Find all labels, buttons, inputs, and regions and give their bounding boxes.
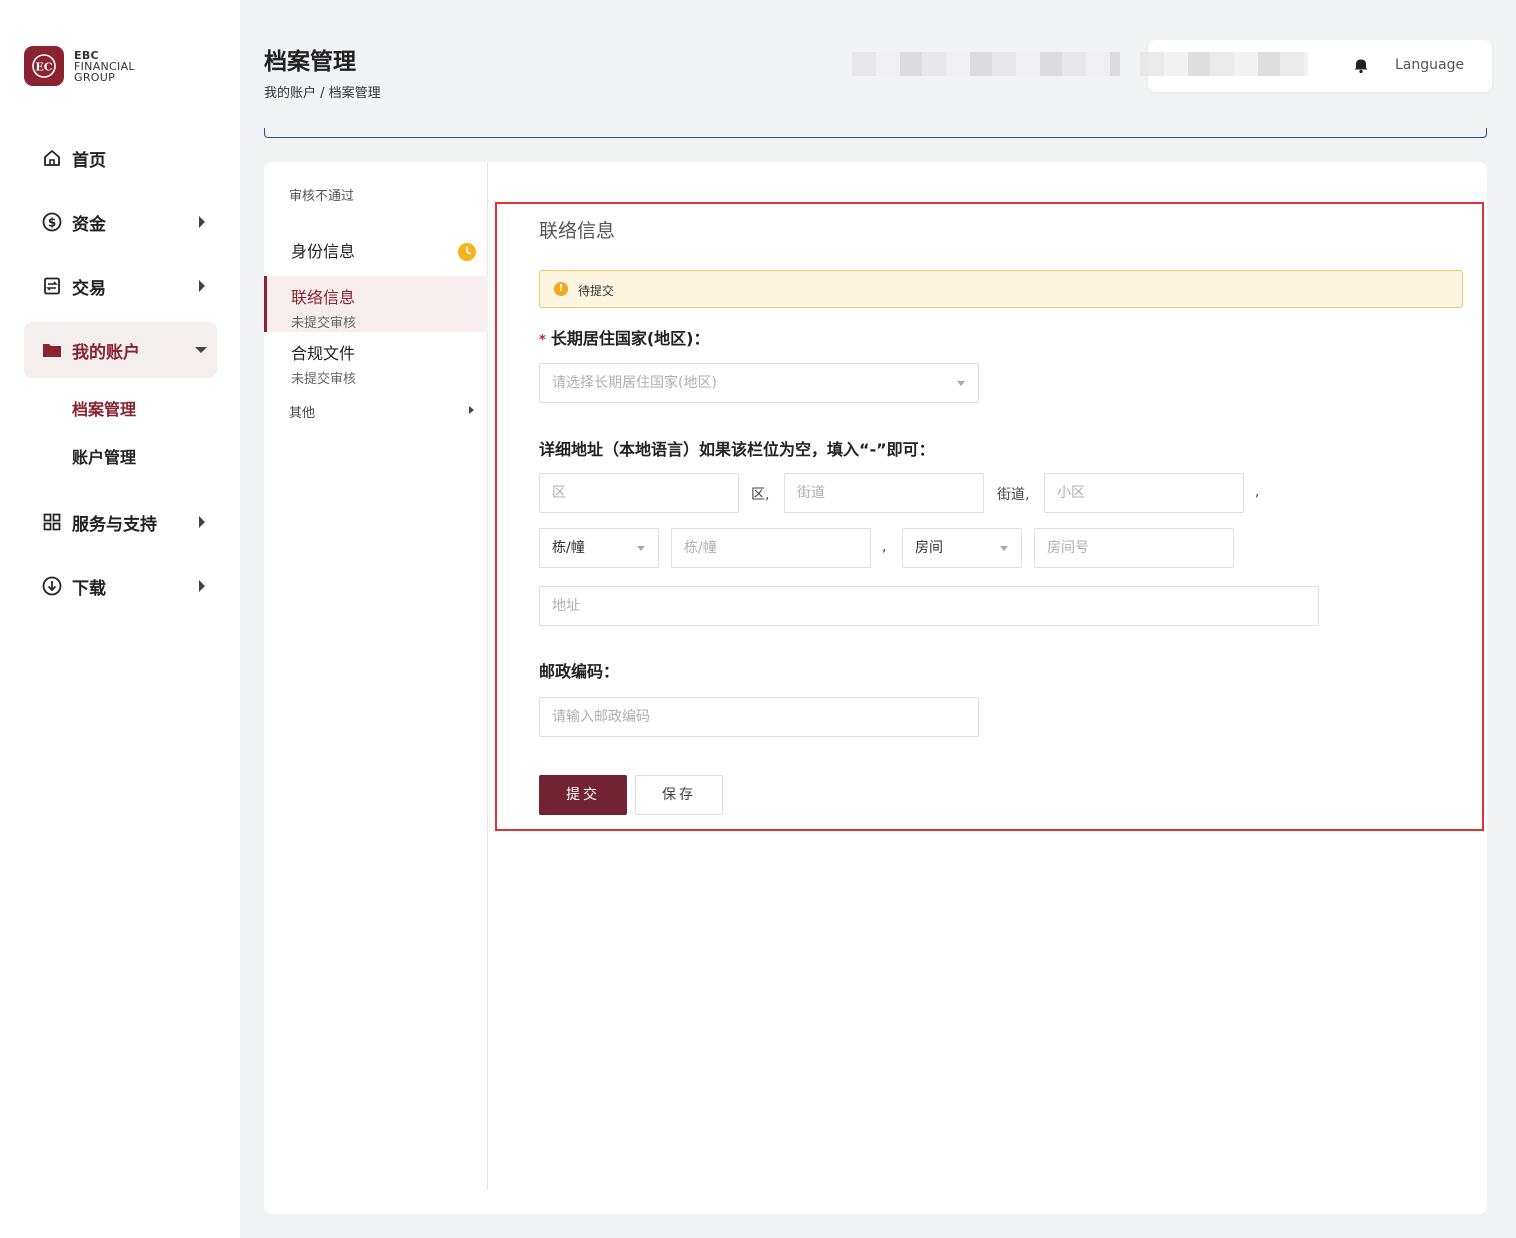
redacted-user-info <box>852 52 1120 76</box>
chevron-right-icon <box>469 406 474 414</box>
logo[interactable]: EC EBC FINANCIAL GROUP <box>24 46 135 86</box>
chevron-down-icon <box>195 347 207 353</box>
district-input[interactable]: 区 <box>539 473 739 513</box>
ebc-logo-icon: EC <box>24 46 64 86</box>
community-input[interactable]: 小区 <box>1044 473 1244 513</box>
breadcrumb[interactable]: 我的账户 / 档案管理 <box>264 82 381 101</box>
dollar-circle-icon: $ <box>42 212 62 232</box>
download-icon <box>42 576 62 596</box>
redacted-user-info <box>1140 52 1308 76</box>
language-selector[interactable]: Language <box>1395 57 1464 73</box>
building-type-select[interactable]: 栋/幢 <box>539 528 659 568</box>
nav-item-home[interactable]: 首页 <box>24 130 217 186</box>
svg-text:$: $ <box>48 216 56 230</box>
country-label: * 长期居住国家(地区)： <box>539 329 710 348</box>
review-status: 审核不通过 <box>289 189 355 204</box>
district-suffix: 区, <box>751 487 770 503</box>
home-icon <box>42 148 62 168</box>
nav-item-funds[interactable]: $ 资金 <box>24 194 217 250</box>
postal-code-label: 邮政编码： <box>539 662 620 681</box>
warning-icon: ! <box>554 282 568 296</box>
profile-steps-panel: 审核不通过 身份信息 联络信息 未提交审核 合规文件 未提交审核 其他 <box>264 162 488 1190</box>
page-title: 档案管理 <box>264 49 356 75</box>
section-title: 联络信息 <box>539 220 616 242</box>
svg-text:EC: EC <box>35 61 52 74</box>
nav-item-trade[interactable]: 交易 <box>24 258 217 314</box>
step-other[interactable]: 其他 <box>289 402 474 421</box>
building-input[interactable]: 栋/幢 <box>671 528 871 568</box>
folder-icon <box>42 340 62 360</box>
sub-item-profile[interactable]: 档案管理 <box>24 386 217 434</box>
street-suffix: 街道, <box>997 487 1030 503</box>
bell-icon[interactable] <box>1352 56 1370 74</box>
main-nav: 首页 $ 资金 交易 我的账户 档案管理 账户管理 服务与支持 下载 <box>24 130 217 622</box>
nav-item-download[interactable]: 下载 <box>24 558 217 614</box>
address-label: 详细地址（本地语言）如果该栏位为空，填入“-”即可： <box>539 440 935 459</box>
chevron-right-icon <box>199 580 205 592</box>
chevron-right-icon <box>199 216 205 228</box>
postal-code-input[interactable]: 请输入邮政编码 <box>539 697 979 737</box>
street-input[interactable]: 街道 <box>784 473 984 513</box>
nav-item-my-account[interactable]: 我的账户 <box>24 322 217 378</box>
sub-item-account[interactable]: 账户管理 <box>24 434 217 482</box>
trade-icon <box>42 276 62 296</box>
address-input[interactable]: 地址 <box>539 586 1319 626</box>
community-suffix: , <box>1255 484 1260 500</box>
chevron-right-icon <box>199 516 205 528</box>
grid-icon <box>42 512 62 532</box>
brand-name: EBC FINANCIAL GROUP <box>74 48 135 84</box>
room-type-select[interactable]: 房间 <box>902 528 1022 568</box>
step-compliance[interactable]: 合规文件 未提交审核 <box>264 332 488 388</box>
required-marker: * <box>539 333 546 348</box>
room-number-input[interactable]: 房间号 <box>1034 528 1234 568</box>
top-toolbar: Language <box>1140 40 1492 92</box>
header-divider <box>264 128 1487 138</box>
building-suffix: , <box>882 539 887 555</box>
sidebar: EC EBC FINANCIAL GROUP 首页 $ 资金 交易 我的账户 档… <box>0 0 240 1238</box>
submit-button[interactable]: 提交 <box>539 775 627 815</box>
step-identity[interactable]: 身份信息 <box>264 238 488 278</box>
country-select[interactable]: 请选择长期居住国家(地区) <box>539 363 979 403</box>
clock-icon <box>458 243 476 261</box>
nav-item-service[interactable]: 服务与支持 <box>24 494 217 550</box>
save-button[interactable]: 保存 <box>635 775 723 815</box>
pending-alert: ! 待提交 <box>539 270 1463 308</box>
step-contact[interactable]: 联络信息 未提交审核 <box>264 276 488 332</box>
chevron-right-icon <box>199 280 205 292</box>
